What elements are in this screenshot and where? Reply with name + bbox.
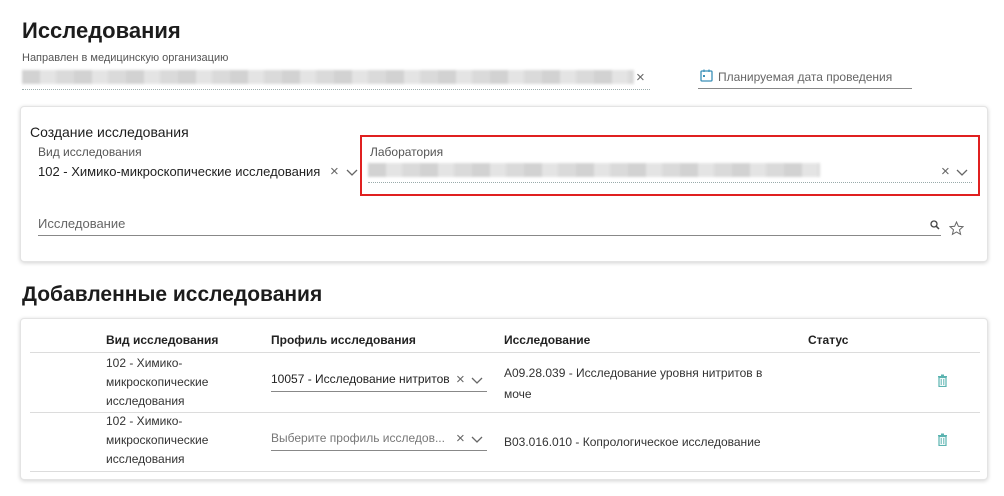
study-search-placeholder: Исследование [38, 216, 126, 231]
table-row: 102 - Химико- микроскопические исследова… [106, 412, 256, 469]
row-type-line: 102 - Химико- [106, 356, 183, 370]
trash-icon[interactable] [937, 374, 948, 392]
calendar-icon[interactable] [700, 69, 713, 87]
directed-org-field[interactable]: × [22, 68, 650, 90]
profile-value: 10057 - Исследование нитритов в [271, 372, 453, 386]
clear-icon[interactable]: × [456, 431, 465, 446]
row-study-line: B03.016.010 - Копрологическое исследован… [504, 435, 761, 449]
study-type-label: Вид исследования [38, 145, 142, 159]
study-type-select[interactable]: 102 - Химико-микроскопические исследован… [38, 162, 360, 182]
chevron-down-icon[interactable] [955, 165, 969, 184]
column-header-study: Исследование [504, 333, 591, 347]
row-study-line: A09.28.039 - Исследование уровня нитрито… [504, 366, 763, 380]
profile-select[interactable]: 10057 - Исследование нитритов в × [271, 370, 487, 392]
planned-date-placeholder: Планируемая дата проведения [718, 70, 893, 84]
row-type-line: 102 - Химико- [106, 414, 183, 428]
laboratory-label: Лаборатория [370, 145, 444, 159]
clear-icon[interactable]: × [456, 372, 465, 387]
laboratory-value-blurred [368, 163, 820, 177]
clear-icon[interactable]: × [636, 70, 645, 85]
search-icon[interactable] [930, 217, 940, 235]
study-search-field[interactable]: Исследование [38, 214, 941, 236]
row-study: B03.016.010 - Копрологическое исследован… [504, 433, 804, 452]
chevron-down-icon[interactable] [345, 165, 359, 184]
directed-org-label: Направлен в медицинскую организацию [22, 52, 229, 64]
profile-placeholder: Выберите профиль исследов... [271, 431, 445, 445]
profile-select[interactable]: Выберите профиль исследов... × [271, 429, 487, 451]
page-title: Исследования [22, 18, 181, 43]
star-icon[interactable] [948, 220, 965, 241]
study-type-value: 102 - Химико-микроскопические исследован… [38, 164, 321, 179]
clear-icon[interactable]: × [330, 164, 339, 179]
chevron-down-icon[interactable] [470, 432, 484, 451]
create-study-title: Создание исследования [30, 124, 189, 140]
row-study-line: моче [504, 387, 532, 401]
column-header-profile: Профиль исследования [271, 333, 416, 347]
trash-icon[interactable] [937, 433, 948, 451]
planned-date-field[interactable]: Планируемая дата проведения [698, 67, 912, 89]
laboratory-select[interactable]: × [368, 161, 972, 183]
row-type-line: исследования [106, 394, 185, 408]
row-type-line: микроскопические [106, 433, 209, 447]
added-studies-title: Добавленные исследования [22, 283, 323, 306]
table-divider [30, 471, 980, 472]
column-header-type: Вид исследования [106, 333, 219, 347]
clear-icon[interactable]: × [941, 164, 950, 179]
row-study: A09.28.039 - Исследование уровня нитрито… [504, 363, 804, 405]
row-type-line: исследования [106, 452, 185, 466]
column-header-status: Статус [808, 333, 849, 347]
table-row: 102 - Химико- микроскопические исследова… [106, 354, 256, 411]
table-divider [30, 352, 980, 353]
row-type-line: микроскопические [106, 375, 209, 389]
chevron-down-icon[interactable] [470, 373, 484, 392]
directed-org-value-blurred [22, 70, 634, 84]
